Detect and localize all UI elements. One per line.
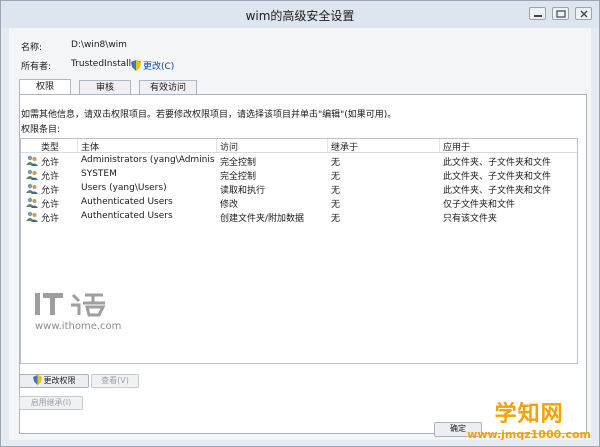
column-divider[interactable] bbox=[216, 139, 217, 152]
table-row[interactable]: 允许 Users (yang\Users) 读取和执行 无 此文件夹、子文件夹和… bbox=[21, 182, 577, 196]
owner-label: 所有者: bbox=[21, 62, 52, 72]
security-settings-window: wim的高级安全设置 名称: D:\win8\wim 所有者: TrustedI… bbox=[0, 0, 600, 447]
owner-value: TrustedInstaller bbox=[71, 59, 141, 69]
enable-inheritance-button[interactable]: 启用继承(I) bbox=[19, 396, 83, 410]
row-inherited-from: 无 bbox=[331, 200, 341, 210]
row-inherited-from: 无 bbox=[331, 214, 341, 224]
row-applies-to: 只有该文件夹 bbox=[443, 214, 498, 224]
change-permissions-label: 更改权限 bbox=[43, 376, 76, 385]
row-principal: SYSTEM bbox=[81, 169, 117, 179]
row-type: 允许 bbox=[41, 200, 60, 210]
row-applies-to: 仅子文件夹和文件 bbox=[443, 200, 516, 210]
row-type: 允许 bbox=[41, 214, 60, 224]
dialog-client-area: 名称: D:\win8\wim 所有者: TrustedInstaller 更改… bbox=[9, 28, 591, 440]
site-watermark-name: 学知网 bbox=[494, 401, 564, 427]
ithome-logo bbox=[35, 293, 106, 317]
permissions-info-text: 如需其他信息，请双击权限项目。若要修改权限项目，请选择该项目并单击"编辑"(如果… bbox=[21, 110, 397, 120]
row-type: 允许 bbox=[41, 186, 60, 196]
site-watermark: 学知网 www.jmqz1000.com bbox=[467, 396, 591, 441]
row-access: 创建文件夹/附加数据 bbox=[220, 214, 305, 224]
column-divider[interactable] bbox=[77, 139, 78, 152]
users-icon bbox=[26, 183, 38, 194]
change-permissions-button[interactable]: 更改权限 bbox=[19, 374, 89, 388]
close-icon bbox=[580, 10, 588, 18]
table-row[interactable]: 允许 Authenticated Users 修改 无 仅子文件夹和文件 bbox=[21, 196, 577, 210]
row-access: 完全控制 bbox=[220, 172, 257, 182]
column-header-access[interactable]: 访问 bbox=[220, 140, 238, 153]
users-icon bbox=[26, 155, 38, 166]
uac-shield-icon bbox=[131, 60, 141, 71]
row-inherited-from: 无 bbox=[331, 158, 341, 168]
row-principal: Users (yang\Users) bbox=[81, 183, 167, 193]
restore-button[interactable] bbox=[552, 7, 569, 20]
window-title: wim的高级安全设置 bbox=[245, 9, 355, 23]
change-owner-label: 更改(C) bbox=[143, 62, 175, 72]
tab-auditing[interactable]: 审核 bbox=[79, 80, 131, 95]
row-inherited-from: 无 bbox=[331, 186, 341, 196]
row-access: 读取和执行 bbox=[220, 186, 266, 196]
table-row[interactable]: 允许 Administrators (yang\Administra... 完全… bbox=[21, 154, 577, 168]
permission-entries-list[interactable]: 类型 主体 访问 继承于 应用于 允许 Administrators (yang… bbox=[20, 138, 578, 364]
close-button[interactable] bbox=[575, 7, 592, 20]
row-inherited-from: 无 bbox=[331, 172, 341, 182]
ithome-url: www.ithome.com bbox=[35, 321, 122, 332]
row-applies-to: 此文件夹、子文件夹和文件 bbox=[443, 172, 552, 182]
change-owner-link[interactable]: 更改(C) bbox=[131, 59, 174, 72]
row-applies-to: 此文件夹、子文件夹和文件 bbox=[443, 186, 552, 196]
users-icon bbox=[26, 169, 38, 180]
table-row[interactable]: 允许 SYSTEM 完全控制 无 此文件夹、子文件夹和文件 bbox=[21, 168, 577, 182]
row-access: 完全控制 bbox=[220, 158, 257, 168]
restore-icon bbox=[556, 10, 566, 18]
users-icon bbox=[26, 211, 38, 222]
column-header-inherited-from[interactable]: 继承于 bbox=[331, 140, 358, 153]
permission-entries-label: 权限条目: bbox=[21, 125, 61, 135]
row-access: 修改 bbox=[220, 200, 239, 210]
ithome-watermark: www.ithome.com bbox=[33, 289, 123, 332]
column-header-applies-to[interactable]: 应用于 bbox=[443, 140, 470, 153]
minimize-icon bbox=[534, 15, 542, 17]
minimize-button[interactable] bbox=[529, 7, 546, 20]
tab-permissions[interactable]: 权限 bbox=[19, 79, 71, 95]
list-header: 类型 主体 访问 继承于 应用于 bbox=[21, 139, 577, 153]
column-divider[interactable] bbox=[439, 139, 440, 152]
view-button[interactable]: 查看(V) bbox=[91, 374, 139, 388]
table-row[interactable]: 允许 Authenticated Users 创建文件夹/附加数据 无 只有该文… bbox=[21, 210, 577, 224]
site-watermark-url: www.jmqz1000.com bbox=[467, 428, 591, 441]
row-applies-to: 此文件夹、子文件夹和文件 bbox=[443, 158, 552, 168]
row-principal: Authenticated Users bbox=[81, 211, 173, 221]
title-bar[interactable]: wim的高级安全设置 bbox=[1, 1, 599, 28]
column-header-principal[interactable]: 主体 bbox=[81, 140, 99, 153]
users-icon bbox=[26, 197, 38, 208]
name-value: D:\win8\wim bbox=[71, 40, 127, 50]
row-type: 允许 bbox=[41, 172, 60, 182]
row-principal: Administrators (yang\Administra... bbox=[81, 155, 215, 165]
uac-shield-icon bbox=[32, 375, 42, 385]
row-type: 允许 bbox=[41, 158, 60, 168]
column-header-type[interactable]: 类型 bbox=[41, 140, 59, 153]
tab-effective-access[interactable]: 有效访问 bbox=[139, 80, 197, 95]
column-divider[interactable] bbox=[327, 139, 328, 152]
name-label: 名称: bbox=[21, 43, 43, 53]
row-principal: Authenticated Users bbox=[81, 197, 173, 207]
